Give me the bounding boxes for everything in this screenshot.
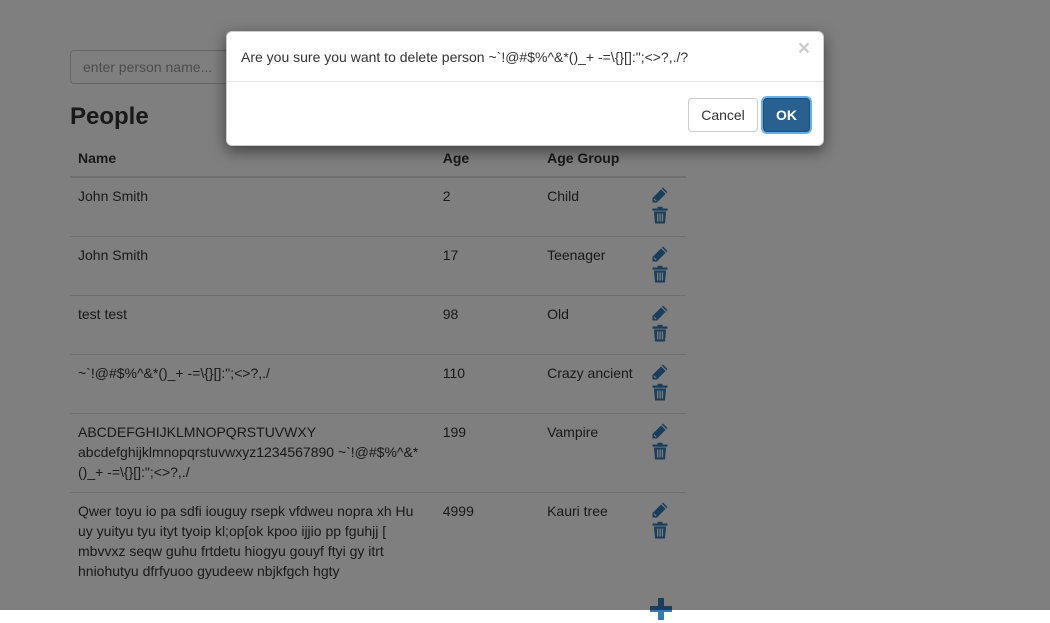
dialog-header: Are you sure you want to delete person ~… — [227, 32, 823, 82]
cancel-button[interactable]: Cancel — [688, 98, 758, 132]
confirm-delete-dialog: Are you sure you want to delete person ~… — [226, 31, 824, 146]
ok-button[interactable]: OK — [763, 98, 810, 132]
dialog-message: Are you sure you want to delete person ~… — [241, 49, 689, 65]
close-icon[interactable]: × — [795, 37, 813, 61]
